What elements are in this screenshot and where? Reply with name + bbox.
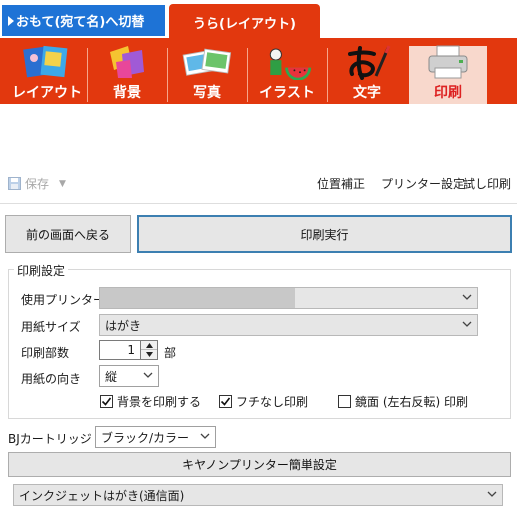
copies-label: 印刷部数 <box>21 346 70 360</box>
chevron-down-icon <box>462 321 472 327</box>
app-window: おもて(宛て名)へ切替 うら(レイアウト) レイアウト 背景 写真 イラスト 文… <box>0 0 517 530</box>
copies-stepper-buttons <box>141 340 158 360</box>
background-icon <box>101 44 153 80</box>
copies-value[interactable]: 1 <box>99 340 141 360</box>
orientation-value: 縦 <box>105 369 118 384</box>
category-text-label: 文字 <box>353 85 381 101</box>
floppy-disk-icon <box>8 177 21 190</box>
canon-easy-setup-label: キヤノンプリンター簡単設定 <box>182 458 337 472</box>
category-print[interactable]: 印刷 <box>409 44 487 104</box>
save-button-label: 保存 <box>25 177 50 191</box>
category-photo[interactable]: 写真 <box>168 46 246 104</box>
front-side-tab-label: おもて(宛て名)へ切替 <box>16 15 145 30</box>
layout-icon <box>21 44 73 80</box>
checkbox-checked-icon <box>100 395 113 408</box>
stepper-up-icon[interactable] <box>141 341 157 350</box>
paper-size-value: はがき <box>105 318 142 333</box>
category-illustration[interactable]: イラスト <box>248 46 326 104</box>
bj-cartridge-select[interactable]: ブラック/カラー <box>95 426 216 448</box>
orientation-label: 用紙の向き <box>21 372 82 386</box>
borderless-print-checkbox[interactable]: フチなし印刷 <box>219 393 308 410</box>
illustration-icon <box>261 44 313 80</box>
front-side-tab[interactable]: おもて(宛て名)へ切替 <box>2 5 165 36</box>
category-bar: レイアウト 背景 写真 イラスト 文字 印刷 <box>0 38 517 104</box>
category-print-label: 印刷 <box>434 85 462 101</box>
printer-settings-button[interactable]: プリンター設定 <box>381 175 465 192</box>
save-button[interactable]: 保存 ▼ <box>8 175 66 192</box>
chevron-down-icon <box>143 372 153 378</box>
back-to-previous-button[interactable]: 前の画面へ戻る <box>5 215 131 253</box>
divider <box>0 203 517 204</box>
printer-icon <box>422 44 474 80</box>
category-layout-label: レイアウト <box>12 85 82 101</box>
category-layout[interactable]: レイアウト <box>8 44 86 104</box>
toolbar: 保存 ▼ 位置補正 プリンター設定 試し印刷 <box>0 168 517 196</box>
mirror-print-label: 鏡面 (左右反転) 印刷 <box>355 395 468 409</box>
execute-print-button[interactable]: 印刷実行 <box>137 215 512 253</box>
photo-icon <box>181 44 233 80</box>
printer-select[interactable] <box>99 287 478 309</box>
media-type-select[interactable]: インクジェットはがき(通信面) <box>13 484 503 506</box>
chevron-down-icon <box>487 491 497 497</box>
paper-size-select[interactable]: はがき <box>99 314 478 336</box>
copies-stepper[interactable]: 1 <box>99 340 159 360</box>
printer-value-redacted <box>100 288 295 308</box>
side-tabs: おもて(宛て名)へ切替 うら(レイアウト) <box>0 0 517 40</box>
print-background-checkbox[interactable]: 背景を印刷する <box>100 393 201 410</box>
printer-label: 使用プリンター <box>21 293 106 307</box>
text-brush-icon <box>341 44 393 80</box>
chevron-down-icon <box>462 294 472 300</box>
bj-cartridge-value: ブラック/カラー <box>101 430 190 445</box>
category-photo-label: 写真 <box>193 85 221 101</box>
borderless-print-label: フチなし印刷 <box>236 395 309 409</box>
paper-size-label: 用紙サイズ <box>21 320 81 334</box>
canon-easy-setup-button[interactable]: キヤノンプリンター簡単設定 <box>8 452 511 477</box>
back-to-previous-label: 前の画面へ戻る <box>25 227 110 242</box>
category-background-label: 背景 <box>113 85 141 101</box>
category-illustration-label: イラスト <box>259 85 315 101</box>
checkbox-checked-icon <box>219 395 232 408</box>
checkbox-unchecked-icon <box>338 395 351 408</box>
execute-print-label: 印刷実行 <box>300 227 349 242</box>
position-adjust-button[interactable]: 位置補正 <box>317 175 365 192</box>
mirror-print-checkbox[interactable]: 鏡面 (左右反転) 印刷 <box>338 393 468 410</box>
dropdown-caret-icon[interactable]: ▼ <box>59 179 66 189</box>
back-side-tab[interactable]: うら(レイアウト) <box>169 4 320 40</box>
category-text[interactable]: 文字 <box>328 44 406 104</box>
orientation-select[interactable]: 縦 <box>99 365 159 387</box>
chevron-down-icon <box>200 433 210 439</box>
copies-unit: 部 <box>164 346 177 360</box>
print-background-label: 背景を印刷する <box>117 395 202 409</box>
category-background[interactable]: 背景 <box>88 46 166 104</box>
media-type-value: インクジェットはがき(通信面) <box>19 488 185 503</box>
bj-cartridge-label: BJカートリッジ <box>8 432 92 446</box>
stepper-down-icon[interactable] <box>141 350 157 359</box>
test-print-button[interactable]: 試し印刷 <box>463 175 511 192</box>
play-triangle-icon <box>8 15 14 26</box>
print-settings-title: 印刷設定 <box>14 262 69 279</box>
back-side-tab-label: うら(レイアウト) <box>193 16 296 32</box>
